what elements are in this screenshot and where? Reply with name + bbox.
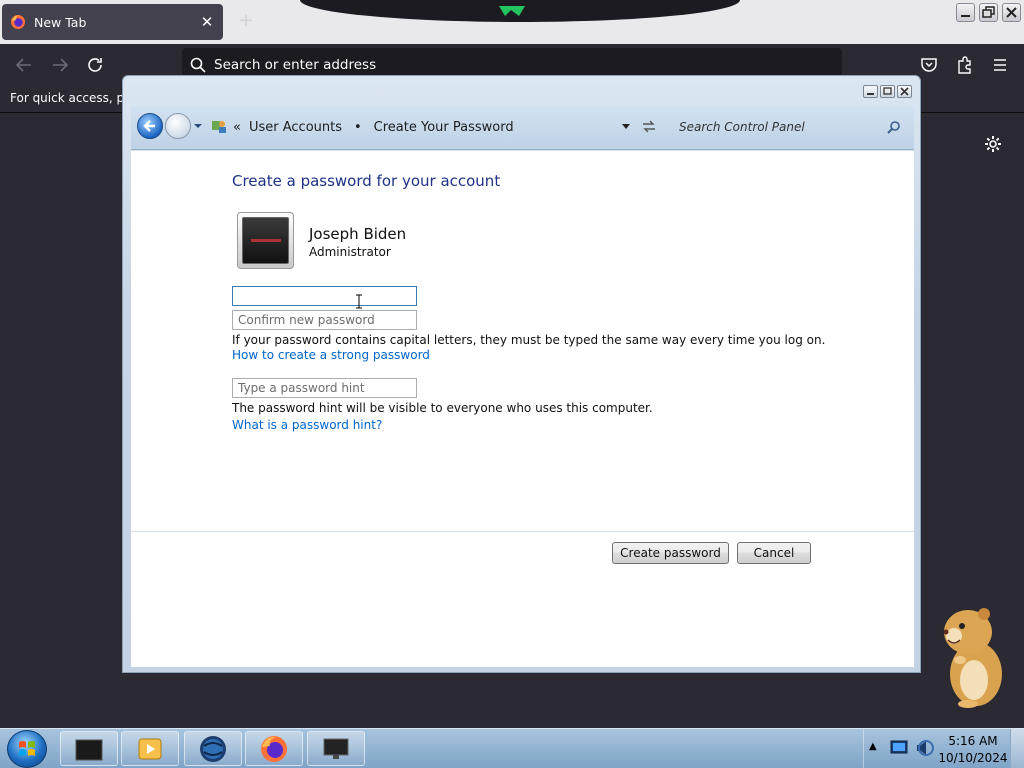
taskbar-app-5[interactable] bbox=[307, 731, 365, 766]
clock-date[interactable]: 10/10/2024 bbox=[938, 751, 1008, 765]
close-icon bbox=[1006, 7, 1017, 18]
show-desktop-button[interactable] bbox=[1010, 729, 1024, 768]
cancel-button[interactable]: Cancel bbox=[737, 542, 811, 564]
restore-button[interactable] bbox=[979, 3, 998, 22]
network-icon[interactable] bbox=[889, 737, 913, 759]
tab-title: New Tab bbox=[34, 14, 87, 30]
taskbar-app-2[interactable] bbox=[121, 731, 179, 766]
firefox-icon bbox=[11, 15, 25, 29]
search-icon[interactable] bbox=[887, 120, 901, 134]
browser-tab[interactable]: New Tab ✕ bbox=[2, 4, 223, 40]
computer-screen-icon bbox=[323, 738, 349, 759]
taskbar-app-1[interactable] bbox=[60, 731, 118, 766]
back-button[interactable] bbox=[137, 113, 163, 139]
breadcrumb-separator: • bbox=[354, 120, 362, 135]
address-placeholder: Search or enter address bbox=[214, 56, 377, 73]
chevron-down-icon[interactable] bbox=[621, 123, 631, 130]
start-button[interactable] bbox=[7, 730, 47, 768]
chevron-down-icon[interactable] bbox=[193, 122, 203, 130]
close-icon bbox=[900, 87, 909, 96]
taskbar-app-4[interactable] bbox=[245, 731, 303, 766]
divider bbox=[131, 531, 914, 532]
search-icon bbox=[190, 57, 206, 73]
back-arrow-icon bbox=[143, 120, 155, 132]
close-window-button[interactable] bbox=[1002, 3, 1021, 22]
menu-icon[interactable] bbox=[990, 56, 1010, 74]
user-accounts-icon bbox=[212, 121, 226, 133]
back-arrow-icon[interactable] bbox=[14, 56, 34, 74]
breadcrumb-overflow[interactable]: « bbox=[233, 120, 241, 135]
extensions-icon[interactable] bbox=[955, 56, 975, 74]
close-icon[interactable]: ✕ bbox=[199, 13, 215, 31]
chevron-up-icon[interactable]: ▲ bbox=[869, 741, 877, 752]
avatar bbox=[237, 212, 294, 269]
breadcrumb-user-accounts[interactable]: User Accounts bbox=[249, 120, 342, 135]
pocket-icon[interactable] bbox=[919, 56, 939, 74]
capital-letters-note: If your password contains capital letter… bbox=[232, 333, 826, 347]
dark-window-icon bbox=[75, 739, 103, 760]
minimize-icon bbox=[867, 93, 874, 95]
account-name: Joseph Biden bbox=[309, 225, 407, 243]
page-title: Create a password for your account bbox=[232, 172, 501, 190]
confirm-password-field[interactable] bbox=[232, 310, 417, 330]
cp-minimize-button[interactable] bbox=[863, 85, 878, 98]
password-hint-field[interactable] bbox=[232, 378, 417, 398]
cp-search-box[interactable]: Search Control Panel bbox=[669, 112, 907, 142]
refresh-icon[interactable] bbox=[641, 119, 657, 134]
firefox-icon bbox=[261, 735, 287, 762]
password-hint-link[interactable]: What is a password hint? bbox=[232, 418, 382, 432]
control-panel-window: « User Accounts • Create Your Password S… bbox=[122, 75, 921, 673]
breadcrumb-create-password[interactable]: Create Your Password bbox=[374, 120, 514, 135]
hint-visibility-note: The password hint will be visible to eve… bbox=[232, 401, 653, 415]
text-cursor-icon bbox=[356, 294, 362, 309]
minimize-icon bbox=[961, 15, 970, 17]
cp-content-pane: Create a password for your account Josep… bbox=[131, 151, 914, 667]
windows-logo-icon bbox=[19, 741, 35, 756]
taskbar-app-3[interactable] bbox=[184, 731, 242, 766]
computer-screen-icon bbox=[242, 217, 289, 264]
cp-search-placeholder: Search Control Panel bbox=[679, 120, 805, 134]
breadcrumb: « User Accounts • Create Your Password bbox=[233, 120, 514, 135]
globe-icon bbox=[200, 735, 226, 762]
account-role: Administrator bbox=[309, 245, 391, 259]
hamster-pet-icon[interactable] bbox=[938, 604, 1008, 708]
maximize-icon bbox=[883, 87, 892, 95]
forward-arrow-icon[interactable] bbox=[50, 56, 70, 74]
volume-icon[interactable] bbox=[914, 738, 934, 758]
cp-maximize-button[interactable] bbox=[880, 85, 895, 98]
gear-icon[interactable] bbox=[983, 134, 1003, 154]
restore-icon bbox=[982, 6, 995, 18]
minimize-button[interactable] bbox=[956, 3, 975, 22]
theme-green-mark bbox=[499, 6, 525, 16]
media-player-icon bbox=[138, 738, 162, 759]
clock-time[interactable]: 5:16 AM bbox=[938, 734, 1008, 748]
strong-password-link[interactable]: How to create a strong password bbox=[232, 348, 430, 362]
plus-icon[interactable]: + bbox=[236, 10, 256, 31]
forward-button[interactable] bbox=[165, 113, 191, 139]
cp-close-button[interactable] bbox=[897, 85, 912, 98]
new-password-field[interactable] bbox=[232, 286, 417, 306]
create-password-button[interactable]: Create password bbox=[612, 542, 729, 564]
reload-icon[interactable] bbox=[86, 56, 106, 74]
cp-navigation-bar: « User Accounts • Create Your Password S… bbox=[131, 106, 914, 150]
